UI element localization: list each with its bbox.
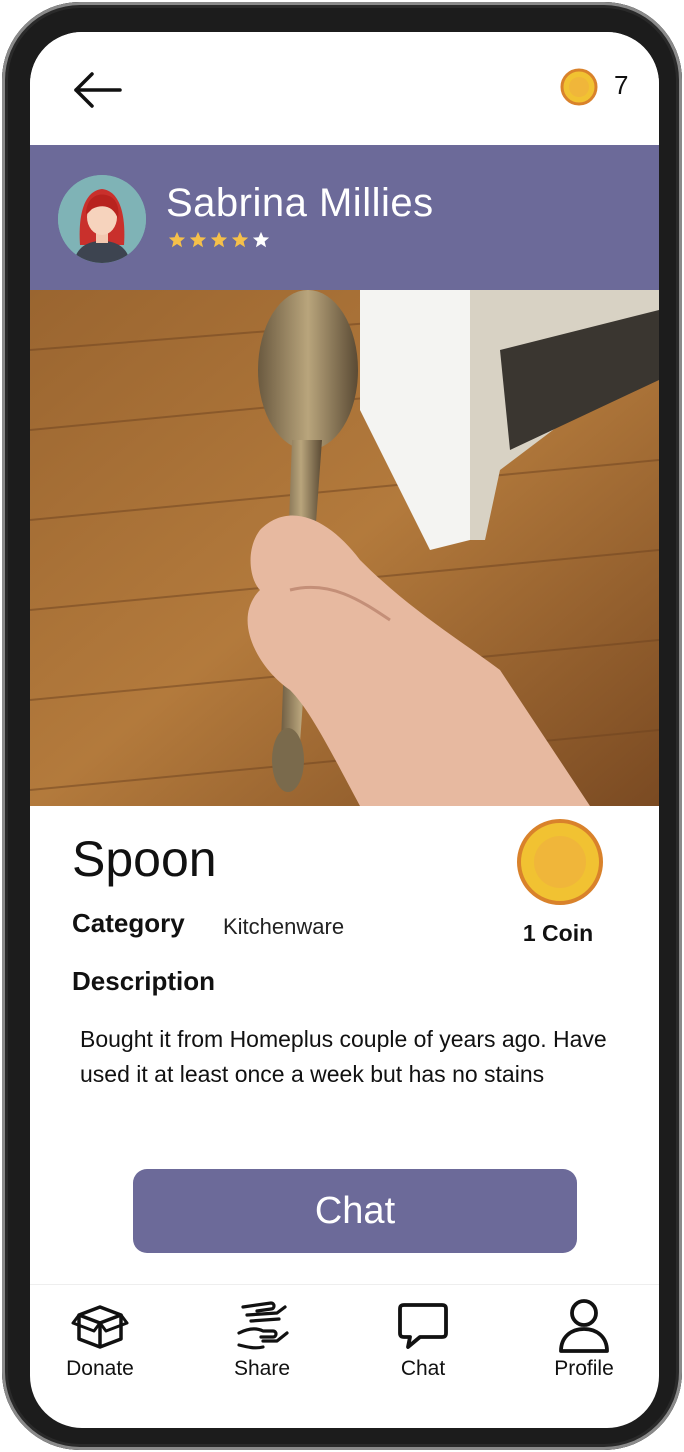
spoon-photo-image [30, 290, 659, 806]
nav-label-profile: Profile [554, 1357, 614, 1380]
hand-share-icon [237, 1301, 289, 1350]
chat-bubble-icon [398, 1303, 448, 1349]
nav-item-chat[interactable]: Chat [368, 1297, 478, 1381]
category-value: Kitchenware [223, 914, 345, 939]
nav-label-share: Share [233, 1357, 291, 1380]
star-filled-icon [189, 231, 207, 248]
item-photo [30, 290, 659, 806]
seller-name: Sabrina Millies [166, 181, 434, 225]
rating-stars [168, 231, 270, 249]
seller-header: Sabrina Millies [30, 145, 659, 290]
nav-item-share[interactable]: Share [207, 1297, 317, 1381]
back-arrow-icon [74, 72, 122, 108]
description-label: Description [72, 966, 216, 996]
person-icon [559, 1299, 609, 1353]
star-filled-icon [210, 231, 228, 248]
nav-item-donate[interactable]: Donate [45, 1297, 155, 1381]
bottom-navigation: Donate Share Chat Profile [30, 1284, 659, 1428]
item-title: Spoon [72, 831, 217, 887]
avatar-image [58, 175, 146, 263]
top-bar: 7 [30, 32, 659, 145]
category-label: Category [72, 908, 185, 938]
coin-price-icon [517, 819, 603, 905]
coin-balance: 7 [614, 70, 629, 100]
phone-frame: 7 Sabrina Millies Spoon 1 Coin Category … [2, 2, 682, 1450]
nav-label-chat: Chat [400, 1357, 446, 1380]
star-empty-icon [252, 231, 270, 248]
coin-icon [560, 68, 598, 106]
back-button[interactable] [70, 68, 126, 112]
app-screen: 7 Sabrina Millies Spoon 1 Coin Category … [30, 32, 659, 1428]
star-filled-icon [168, 231, 186, 248]
chat-button[interactable]: Chat [133, 1169, 577, 1253]
description-text: Bought it from Homeplus couple of years … [80, 1026, 607, 1087]
avatar[interactable] [58, 175, 146, 263]
box-icon [71, 1305, 129, 1349]
nav-label-donate: Donate [66, 1357, 134, 1380]
nav-item-profile[interactable]: Profile [529, 1297, 639, 1381]
star-filled-icon [231, 231, 249, 248]
item-price: 1 Coin [522, 920, 594, 946]
